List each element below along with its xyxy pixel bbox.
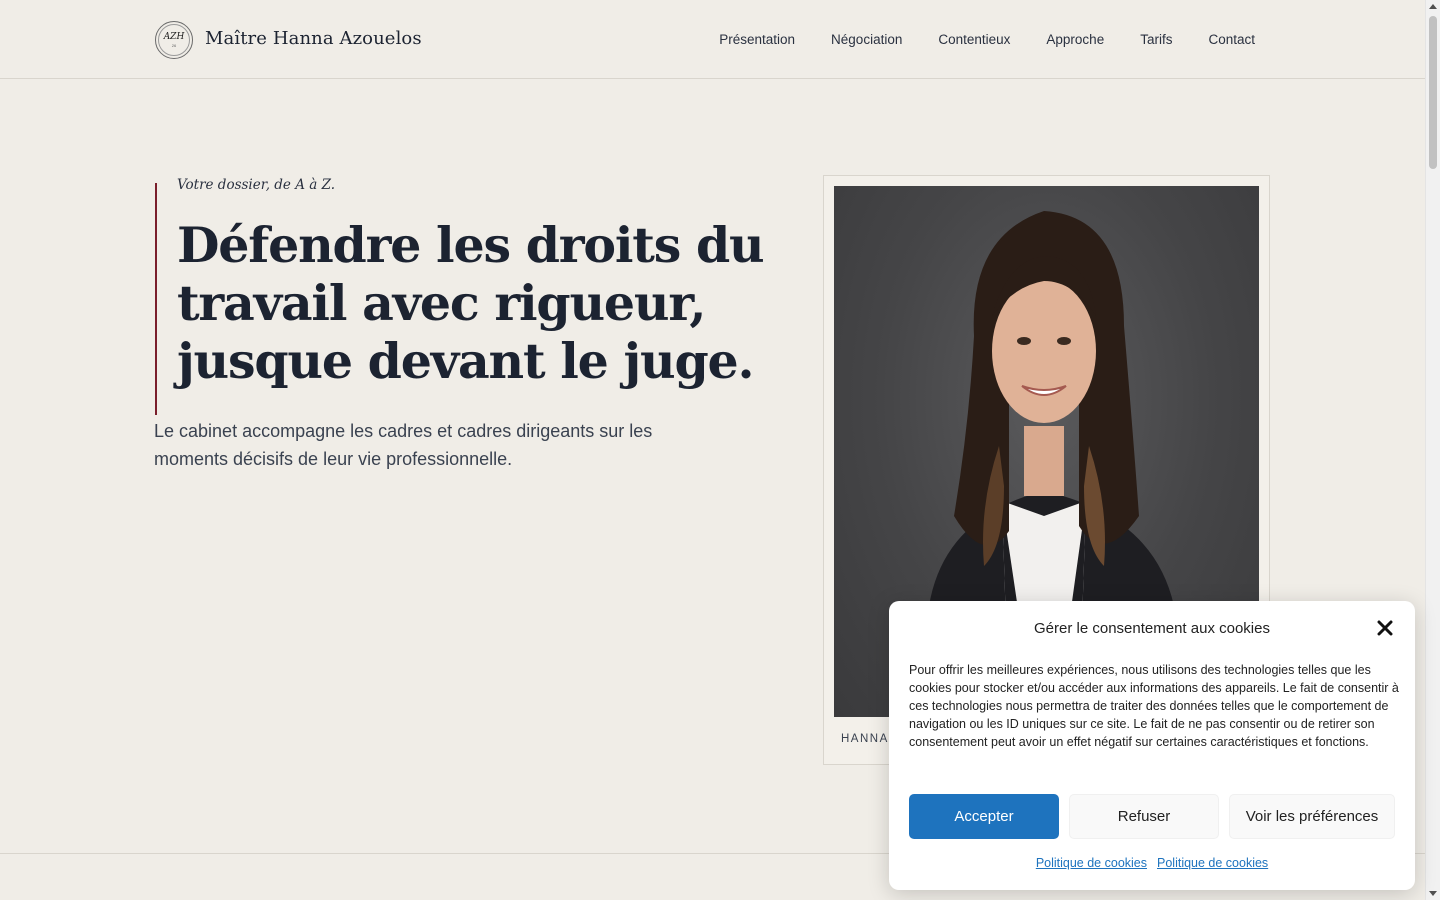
- hero-headline: Défendre les droits du travail avec rigu…: [177, 216, 765, 390]
- nav-item-negociation[interactable]: Négociation: [831, 32, 902, 47]
- scroll-down-arrow-icon[interactable]: [1429, 891, 1437, 896]
- nav-item-contact[interactable]: Contact: [1208, 32, 1255, 47]
- main-nav: Présentation Négociation Contentieux App…: [719, 32, 1255, 47]
- hero-eyebrow: Votre dossier, de A à Z.: [177, 177, 336, 193]
- site-header: AZH 26 Maître Hanna Azouelos Présentatio…: [0, 0, 1425, 79]
- logo-subtext: 26: [171, 42, 177, 48]
- cookie-policy-link[interactable]: Politique de cookies: [1036, 856, 1147, 870]
- hero-accent-bar: [155, 183, 157, 415]
- nav-item-approche[interactable]: Approche: [1046, 32, 1104, 47]
- cookie-policy-link-2[interactable]: Politique de cookies: [1157, 856, 1268, 870]
- cookie-dialog-title: Gérer le consentement aux cookies: [1034, 620, 1270, 637]
- nav-item-presentation[interactable]: Présentation: [719, 32, 795, 47]
- logo-monogram: AZH: [163, 31, 185, 42]
- hero-lead-text: Le cabinet accompagne les cadres et cadr…: [154, 421, 653, 469]
- refuse-button[interactable]: Refuser: [1069, 794, 1219, 839]
- logo-seal-icon[interactable]: AZH 26: [155, 21, 193, 59]
- scroll-up-arrow-icon[interactable]: [1429, 4, 1437, 9]
- cookie-consent-dialog: Gérer le consentement aux cookies Pour o…: [889, 601, 1415, 890]
- scrollbar-thumb[interactable]: [1429, 16, 1437, 169]
- page-scrollbar[interactable]: [1425, 0, 1440, 900]
- accept-button[interactable]: Accepter: [909, 794, 1059, 839]
- site-brand-name[interactable]: Maître Hanna Azouelos: [205, 28, 422, 49]
- cookie-description: Pour offrir les meilleures expériences, …: [909, 663, 1399, 749]
- nav-item-contentieux[interactable]: Contentieux: [938, 32, 1010, 47]
- portrait-caption: HANNA: [841, 733, 889, 745]
- cookie-policy-links: Politique de cookies Politique de cookie…: [889, 856, 1415, 870]
- nav-item-tarifs[interactable]: Tarifs: [1140, 32, 1172, 47]
- view-preferences-button[interactable]: Voir les préférences: [1229, 794, 1395, 839]
- close-icon[interactable]: [1375, 618, 1395, 638]
- logo-inner-ring: AZH 26: [158, 24, 190, 56]
